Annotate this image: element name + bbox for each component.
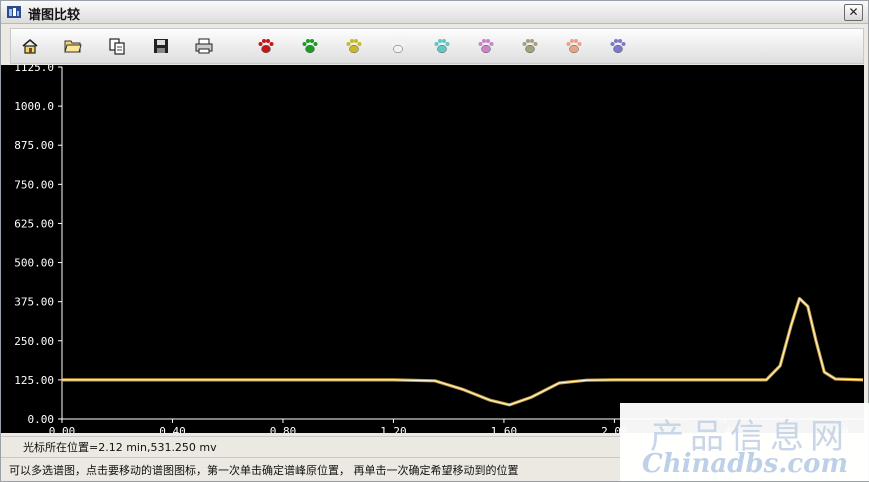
- cursor-position-text: 光标所在位置=2.12 min,531.250 mv: [23, 441, 217, 454]
- y-tick-label: 1125.0: [14, 65, 54, 74]
- chart-area[interactable]: 0.00 125.00 250.00 375.00 500.00 625.00 750.00…: [1, 65, 864, 433]
- paw-icon-3[interactable]: [345, 37, 363, 55]
- x-tick-label: 0.00: [49, 425, 76, 433]
- y-tick-label: 875.00: [14, 139, 54, 152]
- series-line: [62, 297, 864, 406]
- chromatogram-chart: 0.00 125.00 250.00 375.00 500.00 625.00 750.00…: [14, 65, 864, 433]
- y-tick-label: 500.00: [14, 257, 54, 270]
- paw-icon-1[interactable]: [257, 37, 275, 55]
- paw-icon-9[interactable]: [609, 37, 627, 55]
- y-tick-label: 125.00: [14, 374, 54, 387]
- instruction-text: 可以多选谱图，点击要移动的谱图图标，第一次单击确定谱峰原位置， 再单击一次确定希…: [9, 464, 519, 477]
- window-title: 谱图比较: [28, 8, 81, 23]
- x-tick-label: 0.80: [270, 425, 297, 433]
- home-icon[interactable]: [21, 37, 39, 55]
- folder-open-icon[interactable]: [64, 37, 82, 55]
- paw-icon-2[interactable]: [301, 37, 319, 55]
- y-tick-label: 375.00: [14, 296, 54, 309]
- status-bar-help: 可以多选谱图，点击要移动的谱图图标，第一次单击确定谱峰原位置， 再单击一次确定希…: [1, 457, 621, 480]
- y-tick-label: 1000.0: [14, 100, 54, 113]
- title-bar: 谱图比较 ✕: [1, 1, 868, 24]
- floppy-disk-icon[interactable]: [152, 37, 170, 55]
- copy-icon[interactable]: [108, 37, 126, 55]
- x-tick-label: 0.40: [159, 425, 186, 433]
- paw-icon-5[interactable]: [433, 37, 451, 55]
- status-bar-cursor: 光标所在位置=2.12 min,531.250 mv: [1, 436, 621, 455]
- x-tick-label: 1.20: [380, 425, 407, 433]
- watermark: 产品信息网 Chinadbs.com: [620, 403, 869, 481]
- x-tick-label: 1.60: [491, 425, 518, 433]
- close-button[interactable]: ✕: [844, 4, 863, 21]
- paw-icon-8[interactable]: [565, 37, 583, 55]
- watermark-en: Chinadbs.com: [642, 449, 848, 479]
- y-tick-label: 625.00: [14, 217, 54, 230]
- paw-icon-4[interactable]: [389, 37, 407, 55]
- y-tick-label: 750.00: [14, 178, 54, 191]
- window: 谱图比较 ✕ 0.00 125.00 250.00 375.00 500.00 …: [0, 0, 869, 482]
- app-icon: [7, 6, 21, 18]
- paw-icon-7[interactable]: [521, 37, 539, 55]
- printer-icon[interactable]: [195, 37, 213, 55]
- y-tick-label: 250.00: [14, 335, 54, 348]
- toolbar: [10, 28, 864, 64]
- paw-icon-6[interactable]: [477, 37, 495, 55]
